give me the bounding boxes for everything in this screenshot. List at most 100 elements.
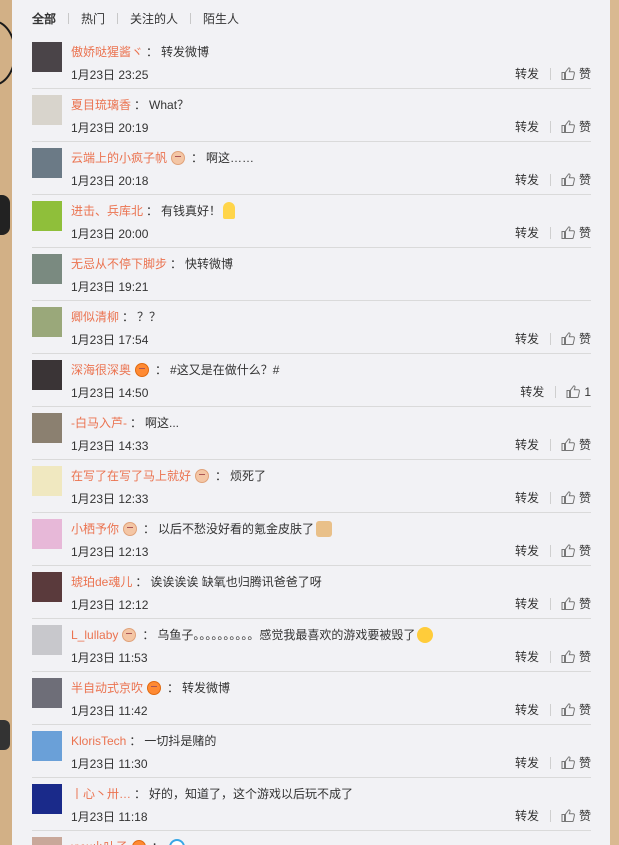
repost-button[interactable]: 转发	[515, 595, 539, 612]
like-button[interactable]: 赞	[561, 118, 591, 135]
emoji-icon	[223, 202, 236, 219]
avatar[interactable]	[32, 148, 62, 178]
separator-colon: ：	[143, 522, 156, 536]
avatar[interactable]	[32, 678, 62, 708]
comment-time: 1月23日 11:30	[71, 757, 148, 771]
username-link[interactable]: 深海很深奥	[71, 361, 131, 378]
repost-button[interactable]: 转发	[515, 489, 539, 506]
comment-time: 1月23日 20:18	[71, 174, 149, 188]
tab-strangers[interactable]: 陌生人	[203, 10, 239, 27]
tab-all[interactable]: 全部	[32, 10, 56, 27]
repost-button[interactable]: 转发	[515, 542, 539, 559]
avatar[interactable]	[32, 466, 62, 496]
avatar[interactable]	[32, 307, 62, 337]
like-button[interactable]: 赞	[561, 330, 591, 347]
like-button[interactable]: 赞	[561, 171, 591, 188]
repost-button[interactable]: 转发	[515, 330, 539, 347]
avatar[interactable]	[32, 837, 62, 845]
comment-content: 深海很深奥 ： #这又是在做什么？# 1月23日 14:50 转发 1	[71, 354, 591, 406]
separator-colon: ：	[142, 628, 155, 642]
repost-button[interactable]: 转发	[515, 224, 539, 241]
like-count: 赞	[578, 438, 591, 452]
comment-text: 一切抖是赌的	[144, 734, 217, 748]
comment-content: 进击、兵库北 ： 有钱真好！ 1月23日 20:00 转发 赞	[71, 195, 591, 247]
username-link[interactable]: 傲娇哒猩酱ヾ	[71, 43, 143, 60]
like-button[interactable]: 赞	[561, 489, 591, 506]
username-link[interactable]: 半自动式京吹	[71, 679, 143, 696]
action-divider	[549, 650, 551, 663]
avatar[interactable]	[32, 572, 62, 602]
action-divider	[549, 597, 551, 610]
comment-content: 丨心丶卅… ： 好的，知道了，这个游戏以后玩不成了 1月23日 11:18 转发…	[71, 778, 591, 830]
avatar[interactable]	[32, 625, 62, 655]
repost-button[interactable]: 转发	[515, 701, 539, 718]
tab-hot[interactable]: 热门	[81, 10, 105, 27]
like-button[interactable]: 赞	[561, 224, 591, 241]
username-link[interactable]: xyw小叶子	[71, 838, 128, 845]
like-button[interactable]: 赞	[561, 701, 591, 718]
like-button[interactable]: 赞	[561, 542, 591, 559]
avatar[interactable]	[32, 95, 62, 125]
comment-content: 琥珀de魂儿 ： 诶诶诶诶 缺氧也归腾讯爸爸了呀 1月23日 12:12 转发 …	[71, 566, 591, 618]
like-button[interactable]: 赞	[561, 754, 591, 771]
thumbs-up-icon	[561, 120, 575, 133]
username-link[interactable]: 丨心丶卅…	[71, 785, 131, 802]
comment-time: 1月23日 20:19	[71, 121, 149, 135]
username-link[interactable]: L_lullaby	[71, 628, 118, 642]
repost-button[interactable]: 转发	[515, 65, 539, 82]
action-divider	[555, 385, 557, 398]
repost-button[interactable]: 转发	[515, 807, 539, 824]
avatar[interactable]	[32, 731, 62, 761]
repost-button[interactable]: 转发	[515, 754, 539, 771]
username-link[interactable]: 琥珀de魂儿	[71, 573, 132, 590]
comment-text: 好的，知道了，这个游戏以后玩不成了	[149, 787, 354, 801]
comment-content: 傲娇哒猩酱ヾ ： 转发微博 1月23日 23:25 转发 赞	[71, 36, 591, 88]
avatar[interactable]	[32, 519, 62, 549]
like-button[interactable]: 1	[566, 385, 591, 399]
username-link[interactable]: 小栖予你	[71, 520, 119, 537]
avatar[interactable]	[32, 784, 62, 814]
like-count: 赞	[578, 650, 591, 664]
avatar[interactable]	[32, 201, 62, 231]
comment-text: 有钱真好！	[161, 204, 222, 218]
comment-actions: 转发 赞	[515, 118, 591, 135]
tab-divider	[117, 12, 119, 24]
like-button[interactable]: 赞	[561, 648, 591, 665]
avatar[interactable]	[32, 254, 62, 284]
comment-actions: 转发 1	[520, 383, 591, 400]
avatar[interactable]	[32, 413, 62, 443]
action-divider	[549, 438, 551, 451]
username-link[interactable]: 夏目琉璃香	[71, 96, 131, 113]
like-button[interactable]: 赞	[561, 436, 591, 453]
avatar[interactable]	[32, 42, 62, 72]
like-button[interactable]: 赞	[561, 65, 591, 82]
comment-actions: 转发 赞	[515, 701, 591, 718]
username-link[interactable]: KlorisTech	[71, 734, 126, 748]
like-button[interactable]: 赞	[561, 595, 591, 612]
comment-panel: 全部 热门 关注的人 陌生人 傲娇哒猩酱ヾ ： 转发微博 1月23日 23:25…	[12, 0, 610, 845]
like-button[interactable]: 赞	[561, 807, 591, 824]
repost-button[interactable]: 转发	[515, 171, 539, 188]
tab-following[interactable]: 关注的人	[130, 10, 178, 27]
username-link[interactable]: 无忌从不停下脚步	[71, 255, 167, 272]
like-count: 赞	[578, 173, 591, 187]
repost-button[interactable]: 转发	[515, 648, 539, 665]
emoji-icon	[316, 520, 333, 537]
comment-text: 诶诶诶诶 缺氧也归腾讯爸爸了呀	[150, 575, 322, 589]
avatar[interactable]	[32, 360, 62, 390]
username-link[interactable]: -白马入芦-	[71, 414, 127, 431]
separator-colon: ：	[146, 204, 159, 218]
repost-button[interactable]: 转发	[515, 436, 539, 453]
username-link[interactable]: 云端上的小疯子帆	[71, 149, 167, 166]
comment-line: 云端上的小疯子帆 ： 啊这……	[71, 149, 254, 166]
username-link[interactable]: 卿似清柳	[71, 308, 119, 325]
comment-line: 夏目琉璃香 ： What？	[71, 96, 189, 113]
username-link[interactable]: 在写了在写了马上就好	[71, 467, 191, 484]
repost-button[interactable]: 转发	[520, 383, 544, 400]
username-link[interactable]: 进击、兵库北	[71, 202, 143, 219]
like-count: 赞	[578, 120, 591, 134]
repost-button[interactable]: 转发	[515, 118, 539, 135]
comment-line: KlorisTech ： 一切抖是赌的	[71, 732, 216, 749]
comment-text: 乌鱼子。。。。。。。。。。感觉我最喜欢的游戏要被毁了	[157, 628, 416, 642]
thumbs-up-icon	[561, 332, 575, 345]
